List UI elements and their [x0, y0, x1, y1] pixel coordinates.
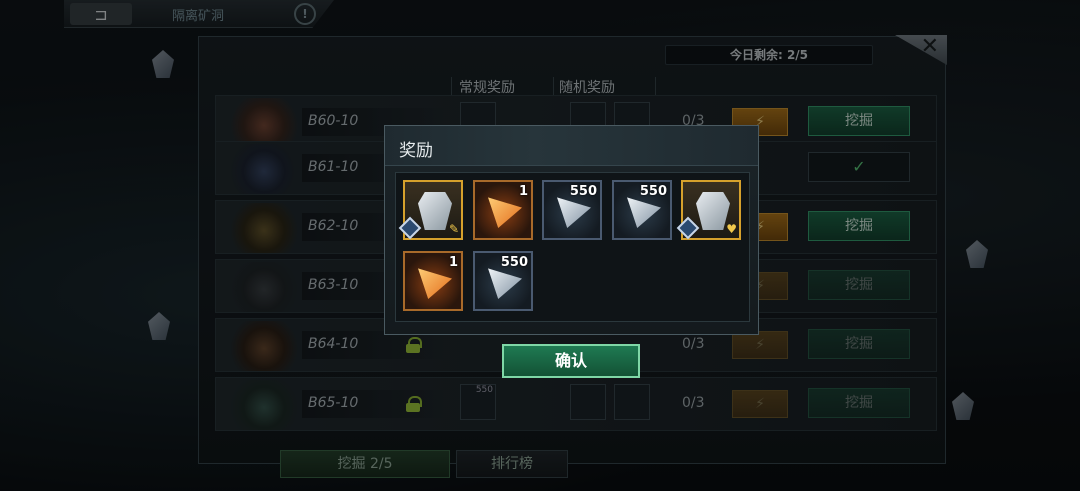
- item-quantity: 1: [518, 184, 528, 199]
- reward-item-ore[interactable]: 550: [612, 180, 672, 240]
- item-quantity: 550: [569, 184, 597, 199]
- dialog-title: 奖励: [399, 141, 433, 161]
- reward-item-ore[interactable]: 550: [473, 251, 533, 311]
- equipment-badge-icon: [676, 216, 700, 240]
- reward-item-ore[interactable]: 550: [542, 180, 602, 240]
- reward-item-crystal[interactable]: 1: [403, 251, 463, 311]
- reward-item-armor[interactable]: ♥: [676, 180, 741, 240]
- dialog-header: 奖励: [385, 126, 758, 166]
- ore-icon: [627, 197, 661, 228]
- ore-icon: [488, 268, 522, 299]
- item-mark: ♥: [726, 222, 737, 236]
- item-quantity: 550: [500, 255, 528, 270]
- reward-dialog: 奖励 ✎ 1 550 550 ♥ 1 550: [384, 125, 759, 335]
- confirm-button[interactable]: 确认: [502, 344, 640, 378]
- item-mark: ✎: [448, 222, 459, 236]
- item-quantity: 550: [639, 184, 667, 199]
- ore-icon: [557, 197, 591, 228]
- equipment-badge-icon: [398, 216, 422, 240]
- crystal-shard-icon: [488, 197, 522, 228]
- reward-grid: ✎ 1 550 550 ♥ 1 550: [395, 172, 750, 322]
- crystal-shard-icon: [418, 268, 452, 299]
- armor-icon: [418, 192, 452, 230]
- armor-icon: [696, 192, 730, 230]
- reward-item-crystal[interactable]: 1: [473, 180, 533, 240]
- reward-item-armor[interactable]: ✎: [398, 180, 463, 240]
- item-quantity: 1: [448, 255, 458, 270]
